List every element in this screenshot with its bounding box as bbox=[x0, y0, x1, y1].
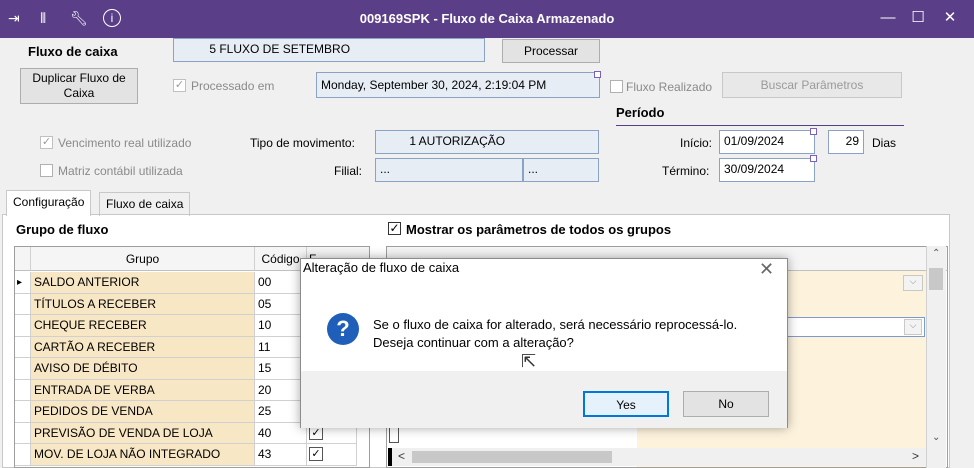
matriz-label: Matriz contábil utilizada bbox=[58, 164, 183, 178]
vertical-scrollbar[interactable]: ⌃ ⌄ bbox=[926, 246, 946, 468]
row-indicator bbox=[15, 379, 31, 401]
duplicar-fluxo-button[interactable]: Duplicar Fluxo de Caixa bbox=[20, 68, 138, 104]
scroll-thumb[interactable] bbox=[929, 268, 943, 290]
horizontal-scrollbar[interactable]: < > bbox=[388, 448, 926, 466]
dialog-footer: Yes No bbox=[301, 371, 787, 428]
grid-indicator-header bbox=[15, 247, 31, 271]
cell-grupo[interactable]: PREVISÃO DE VENDA DE LOJA bbox=[31, 422, 255, 444]
termino-date-picker-icon[interactable] bbox=[810, 155, 817, 162]
mostrar-checkbox[interactable]: ✓ bbox=[388, 222, 401, 235]
dias-label: Dias bbox=[872, 136, 897, 150]
row-marker bbox=[389, 427, 399, 443]
cell-grupo[interactable]: AVISO DE DÉBITO bbox=[31, 358, 255, 380]
cell-grupo[interactable]: TÍTULOS A RECEBER bbox=[31, 293, 255, 315]
cell-grupo[interactable]: SALDO ANTERIOR bbox=[31, 272, 255, 294]
vencimento-label: Vencimento real utilizado bbox=[58, 136, 192, 150]
fluxo-label: Fluxo de caixa bbox=[28, 44, 118, 59]
close-window-icon[interactable]: ✕ bbox=[938, 7, 962, 29]
termino-label: Término: bbox=[662, 164, 710, 178]
row-indicator bbox=[15, 444, 31, 466]
processar-button[interactable]: Processar bbox=[502, 39, 600, 63]
row-indicator bbox=[15, 315, 31, 337]
inicio-label: Início: bbox=[680, 136, 713, 150]
termino-field[interactable]: 30/09/2024 bbox=[719, 158, 815, 182]
mouse-cursor-icon: ⇱ bbox=[521, 351, 537, 371]
tab-configuracao[interactable]: Configuração bbox=[6, 190, 92, 216]
mostrar-label: Mostrar os parâmetros de todos os grupos bbox=[406, 222, 672, 237]
cell-grupo[interactable]: CARTÃO A RECEBER bbox=[31, 336, 255, 358]
maximize-icon[interactable]: ☐ bbox=[906, 7, 930, 29]
row-checkbox[interactable]: ✓ bbox=[309, 447, 323, 461]
row-indicator bbox=[15, 336, 31, 358]
tipo-mov-label: Tipo de movimento: bbox=[250, 136, 355, 150]
tipo-mov-code: 1 bbox=[409, 134, 416, 148]
fluxo-realizado-label: Fluxo Realizado bbox=[626, 80, 713, 94]
cell-grupo[interactable]: CHEQUE RECEBER bbox=[31, 315, 255, 337]
row-indicator bbox=[15, 401, 31, 423]
table-row[interactable]: MOV. DE LOJA NÃO INTEGRADO 43 ✓ bbox=[15, 444, 369, 466]
duplicar-line2: Caixa bbox=[63, 86, 95, 100]
question-icon: ? bbox=[327, 313, 359, 345]
cell-codigo[interactable]: 43 bbox=[255, 444, 307, 466]
fluxo-realizado-checkbox[interactable] bbox=[610, 80, 623, 93]
periodo-label: Período bbox=[616, 105, 665, 120]
row-indicator: ▸ bbox=[15, 272, 31, 294]
scroll-down-icon[interactable]: ⌄ bbox=[932, 432, 940, 443]
dialog-line1: Se o fluxo de caixa for alterado, será n… bbox=[373, 317, 738, 332]
title-bar: ⇥ ⦀ 🔧︎ i 009169SPK - Fluxo de Caixa Arma… bbox=[0, 0, 974, 38]
cell-grupo[interactable]: MOV. DE LOJA NÃO INTEGRADO bbox=[31, 444, 255, 466]
dialog-line2: Deseja continuar com a alteração? bbox=[373, 335, 574, 350]
dialog-close-icon[interactable]: ✕ bbox=[759, 259, 774, 280]
hscroll-thumb[interactable] bbox=[412, 451, 612, 463]
buscar-parametros-button[interactable]: Buscar Parâmetros bbox=[722, 72, 902, 98]
col-grupo-header[interactable]: Grupo bbox=[31, 247, 255, 271]
scroll-right-icon[interactable]: > bbox=[912, 449, 919, 463]
dialog-title: Alteração de fluxo de caixa bbox=[303, 260, 460, 275]
inicio-field[interactable]: 01/09/2024 bbox=[719, 130, 815, 154]
duplicar-line1: Duplicar Fluxo de bbox=[32, 71, 126, 85]
tipo-mov-name: AUTORIZAÇÃO bbox=[418, 134, 506, 148]
minimize-icon[interactable]: — bbox=[876, 7, 900, 29]
inicio-date-picker-icon[interactable] bbox=[810, 128, 817, 135]
tab-fluxo-de-caixa[interactable]: Fluxo de caixa bbox=[99, 192, 191, 216]
fluxo-code: 5 bbox=[209, 42, 216, 56]
window-title: 009169SPK - Fluxo de Caixa Armazenado bbox=[359, 11, 615, 26]
filial-code-field[interactable]: ... bbox=[375, 158, 523, 182]
dialog-message: Se o fluxo de caixa for alterado, será n… bbox=[373, 316, 737, 352]
date-picker-icon[interactable] bbox=[594, 71, 601, 78]
processado-field[interactable]: Monday, September 30, 2024, 2:19:04 PM bbox=[316, 72, 600, 98]
cell-grupo[interactable]: ENTRADA DE VERBA bbox=[31, 379, 255, 401]
confirm-dialog: Alteração de fluxo de caixa ✕ ? Se o flu… bbox=[300, 258, 788, 428]
scroll-up-icon[interactable]: ⌃ bbox=[932, 248, 940, 259]
fluxo-field[interactable]: 5 FLUXO DE SETEMBRO bbox=[173, 38, 485, 62]
periodo-divider bbox=[616, 125, 904, 126]
scroll-left-icon[interactable]: < bbox=[398, 449, 405, 463]
vencimento-checkbox[interactable]: ✓ bbox=[40, 136, 53, 149]
row-indicator bbox=[15, 358, 31, 380]
row-indicator bbox=[15, 422, 31, 444]
filial-label: Filial: bbox=[334, 164, 363, 178]
processado-label: Processado em bbox=[191, 79, 275, 93]
fluxo-name: FLUXO DE SETEMBRO bbox=[219, 42, 351, 56]
dias-field[interactable]: 29 bbox=[828, 130, 864, 154]
dropdown-2[interactable]: ⌵ bbox=[787, 317, 925, 337]
dropdown-2-icon[interactable]: ⌵ bbox=[904, 319, 922, 335]
processado-checkbox[interactable]: ✓ bbox=[173, 79, 186, 92]
no-button[interactable]: No bbox=[683, 391, 769, 417]
filial-name-field[interactable]: ... bbox=[523, 158, 599, 182]
row-indicator bbox=[15, 293, 31, 315]
cell-grupo[interactable]: PEDIDOS DE VENDA bbox=[31, 401, 255, 423]
hscroll-marker bbox=[388, 448, 392, 466]
grupo-heading: Grupo de fluxo bbox=[16, 222, 109, 237]
yes-button[interactable]: Yes bbox=[583, 391, 669, 417]
matriz-checkbox[interactable] bbox=[40, 164, 53, 177]
tipo-mov-field[interactable]: 1 AUTORIZAÇÃO bbox=[375, 130, 599, 154]
dropdown-1-icon[interactable]: ⌵ bbox=[903, 275, 923, 291]
